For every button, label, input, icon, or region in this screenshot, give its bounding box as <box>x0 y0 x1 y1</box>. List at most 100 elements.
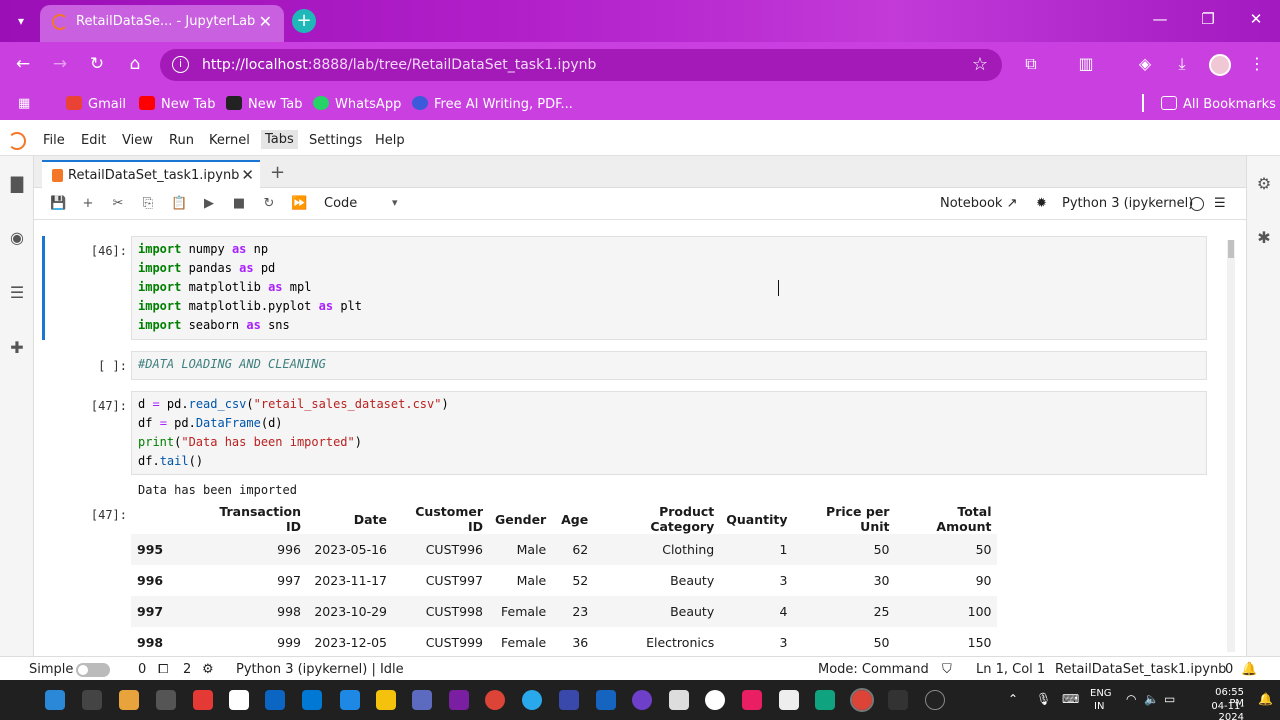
code-editor[interactable]: #DATA LOADING AND CLEANING <box>132 352 1206 374</box>
menu-file[interactable]: File <box>43 133 65 148</box>
menu-run[interactable]: Run <box>169 133 194 148</box>
file-browser-icon[interactable]: ▇ <box>7 174 27 193</box>
gmail-icon[interactable] <box>229 690 249 710</box>
kernel-status-text[interactable]: Python 3 (ipykernel) | Idle <box>236 662 404 677</box>
menu-icon[interactable]: ☰ <box>1214 196 1226 211</box>
running-kernels-icon[interactable]: ◉ <box>7 228 27 247</box>
property-inspector-icon[interactable]: ⚙ <box>1254 174 1274 193</box>
notebook-tab[interactable]: RetailDataSet_task1.ipynb ✕ <box>42 160 260 188</box>
app-icon[interactable] <box>193 690 213 710</box>
code-cell-load-data[interactable]: d = pd.read_csv("retail_sales_dataset.cs… <box>131 391 1207 475</box>
reading-mode-icon[interactable]: ▥ <box>1075 54 1097 73</box>
copilot-icon[interactable] <box>119 690 139 710</box>
menu-help[interactable]: Help <box>375 133 405 148</box>
kernel-sessions-icon[interactable]: ⚙ <box>202 662 214 677</box>
app-icon[interactable] <box>742 690 762 710</box>
menu-kernel[interactable]: Kernel <box>209 133 250 148</box>
terminal-icon[interactable] <box>888 690 908 710</box>
copy-icon[interactable]: ⎘ <box>140 196 156 212</box>
kernel-name-button[interactable]: Python 3 (ipykernel) <box>1062 196 1193 211</box>
performance-icon[interactable]: ◈ <box>1134 54 1156 73</box>
start-icon[interactable] <box>45 690 65 710</box>
save-icon[interactable]: 💾 <box>50 196 66 212</box>
new-launcher-icon[interactable]: + <box>270 162 285 183</box>
cursor-position[interactable]: Ln 1, Col 1 <box>976 662 1045 677</box>
telegram-icon[interactable] <box>522 690 542 710</box>
simple-mode-toggle[interactable] <box>76 663 110 677</box>
chevron-down-icon[interactable]: ▾ <box>392 196 398 209</box>
linkedin-icon[interactable] <box>265 690 285 710</box>
extension-manager-icon[interactable]: ✚ <box>7 338 27 357</box>
new-tab-button[interactable]: + <box>292 9 316 33</box>
restore-icon[interactable]: ❐ <box>1196 10 1220 28</box>
paste-icon[interactable]: 📋 <box>171 196 187 212</box>
restart-run-all-icon[interactable]: ⏩ <box>291 196 307 212</box>
bookmark-whatsapp[interactable]: WhatsApp <box>313 96 401 112</box>
close-tab-icon[interactable]: ✕ <box>259 12 272 31</box>
sticky-notes-icon[interactable] <box>376 690 396 710</box>
store-icon[interactable] <box>669 690 689 710</box>
menu-settings[interactable]: Settings <box>309 133 362 148</box>
site-info-icon[interactable]: i <box>172 56 189 73</box>
scrollbar-thumb[interactable] <box>1228 240 1234 258</box>
tray-overflow-icon[interactable]: ⌃ <box>1008 692 1018 706</box>
cell-type-select[interactable]: Code <box>324 196 357 211</box>
app-icon[interactable] <box>156 690 176 710</box>
download-icon[interactable]: ⤓ <box>1171 54 1193 74</box>
kernels-count[interactable]: 2 <box>183 662 191 677</box>
back-icon[interactable]: ← <box>12 54 34 74</box>
chatgpt-icon[interactable] <box>815 690 835 710</box>
terminal-icon[interactable]: ⧠ <box>158 662 168 677</box>
menu-tabs[interactable]: Tabs <box>261 130 298 149</box>
reload-icon[interactable]: ↻ <box>86 54 108 74</box>
apps-grid-icon[interactable]: ▦ <box>18 96 30 111</box>
extensions-icon[interactable]: ⧉ <box>1020 54 1042 74</box>
chrome-active-icon[interactable] <box>850 688 874 712</box>
forward-icon[interactable]: → <box>49 54 71 74</box>
menu-edit[interactable]: Edit <box>81 133 106 148</box>
bookmark-new-tab-2[interactable]: New Tab <box>226 96 303 112</box>
mic-icon[interactable]: 🎙 <box>1036 692 1051 706</box>
terminals-count[interactable]: 0 <box>138 662 146 677</box>
restart-icon[interactable]: ↻ <box>261 196 277 212</box>
folder-icon[interactable] <box>449 690 469 710</box>
wifi-icon[interactable]: ◠ <box>1126 692 1136 706</box>
volume-icon[interactable]: 🔈 <box>1144 692 1159 706</box>
bell-icon[interactable]: 🔔 <box>1241 662 1257 677</box>
tab-search-icon[interactable]: ▾ <box>10 11 32 31</box>
app-icon[interactable] <box>82 690 102 710</box>
all-bookmarks[interactable]: All Bookmarks <box>1161 96 1276 112</box>
close-notebook-icon[interactable]: ✕ <box>241 166 254 184</box>
notebook-scrollbar[interactable] <box>1227 240 1235 652</box>
chrome-icon[interactable] <box>485 690 505 710</box>
edge-icon[interactable] <box>340 690 360 710</box>
bookmark-gmail[interactable]: Gmail <box>66 96 126 112</box>
bug-icon[interactable]: ✹ <box>1036 196 1047 211</box>
close-window-icon[interactable]: ✕ <box>1244 10 1268 28</box>
browser-tab-jupyter[interactable]: RetailDataSe... - JupyterLab ✕ <box>40 5 284 42</box>
bookmark-free-ai[interactable]: Free AI Writing, PDF... <box>412 96 573 112</box>
language-indicator[interactable]: ENG <box>1090 688 1112 699</box>
code-editor[interactable]: d = pd.read_csv("retail_sales_dataset.cs… <box>132 392 1206 471</box>
debugger-icon[interactable]: ✱ <box>1254 228 1274 247</box>
run-icon[interactable]: ▶ <box>201 196 217 212</box>
interrupt-icon[interactable]: ■ <box>231 196 247 212</box>
insert-cell-icon[interactable]: + <box>80 196 96 212</box>
app-icon[interactable] <box>779 690 799 710</box>
app-icon[interactable] <box>559 690 579 710</box>
profile-avatar[interactable] <box>1209 54 1231 76</box>
open-notebook-button[interactable]: Notebook ↗ <box>940 196 1018 211</box>
cut-icon[interactable]: ✂ <box>110 196 126 212</box>
table-of-contents-icon[interactable]: ☰ <box>7 283 27 302</box>
battery-icon[interactable]: ▭ <box>1164 692 1175 706</box>
bookmark-new-tab-1[interactable]: New Tab <box>139 96 216 112</box>
outlook-icon[interactable] <box>302 690 322 710</box>
bookmark-star-icon[interactable]: ☆ <box>972 54 988 75</box>
vscode-icon[interactable] <box>596 690 616 710</box>
google-icon[interactable] <box>705 690 725 710</box>
code-editor[interactable]: import numpy as np import pandas as pd i… <box>132 237 1206 335</box>
notifications-icon[interactable]: 🔔 <box>1258 692 1273 706</box>
github-icon[interactable] <box>632 690 652 710</box>
code-cell-comment[interactable]: #DATA LOADING AND CLEANING <box>131 351 1207 380</box>
home-icon[interactable]: ⌂ <box>124 54 146 74</box>
